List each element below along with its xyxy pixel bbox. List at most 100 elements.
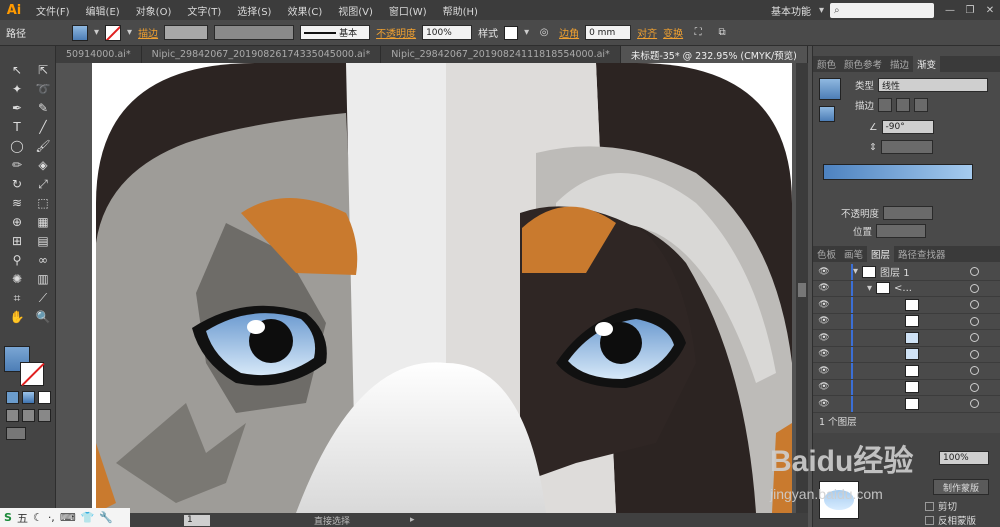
sublayer-name[interactable]: <...: [894, 283, 912, 294]
close-button[interactable]: ✕: [980, 0, 1000, 20]
menu-help[interactable]: 帮助(H): [435, 3, 486, 18]
search-input[interactable]: ⌕: [830, 2, 934, 18]
target-icon[interactable]: [970, 382, 979, 392]
tab-gradient[interactable]: 渐变: [913, 56, 941, 72]
corner-radius-input[interactable]: 0 mm: [585, 25, 632, 40]
stroke-weight-dropdown[interactable]: [164, 25, 209, 40]
menu-select[interactable]: 选择(S): [229, 3, 279, 18]
lasso-tool-icon[interactable]: ➰: [32, 81, 54, 97]
align-link[interactable]: 对齐: [637, 25, 657, 40]
shape-builder-tool-icon[interactable]: ⊕: [6, 214, 28, 230]
tab-color-guide[interactable]: 颜色参考: [840, 57, 886, 71]
menu-view[interactable]: 视图(V): [330, 3, 381, 18]
chevron-down-icon[interactable]: ▾: [94, 27, 99, 38]
restore-button[interactable]: ❐: [960, 0, 980, 20]
stroke-swatch[interactable]: [105, 24, 122, 41]
menu-window[interactable]: 窗口(W): [381, 3, 435, 18]
eye-icon[interactable]: 👁: [817, 399, 831, 409]
workspace-switcher[interactable]: 基本功能: [771, 3, 811, 18]
ellipse-tool-icon[interactable]: ◯: [6, 138, 28, 154]
transform-link[interactable]: 变换: [663, 25, 683, 40]
layer-name[interactable]: 图层 1: [880, 264, 910, 279]
gradient-type-dropdown[interactable]: 线性: [878, 78, 989, 92]
recolor-icon[interactable]: ◎: [535, 24, 553, 42]
eye-icon[interactable]: 👁: [817, 300, 831, 310]
graph-tool-icon[interactable]: ▥: [32, 271, 54, 287]
menu-edit[interactable]: 编辑(E): [78, 3, 128, 18]
arrange-icon[interactable]: ⧉: [713, 24, 731, 42]
pencil-tool-icon[interactable]: ✏: [6, 157, 28, 173]
slice-tool-icon[interactable]: ⟋: [32, 290, 54, 306]
stroke-color-swatch[interactable]: [20, 362, 44, 386]
target-icon[interactable]: [970, 399, 979, 409]
selection-tool-icon[interactable]: ↖: [6, 62, 28, 78]
gradient-slider[interactable]: [823, 164, 973, 180]
list-item[interactable]: 👁: [813, 313, 1000, 330]
blend-tool-icon[interactable]: ∞: [32, 252, 54, 268]
tab-brushes[interactable]: 画笔: [840, 247, 867, 261]
draw-behind-button[interactable]: [22, 409, 35, 422]
zoom-tool-icon[interactable]: 🔍: [32, 309, 54, 325]
draw-normal-button[interactable]: [6, 409, 19, 422]
tab-document-1[interactable]: 50914000.ai*: [56, 46, 142, 63]
none-mode-button[interactable]: [38, 391, 51, 404]
brush-style-dropdown[interactable]: 基本: [300, 25, 371, 40]
ime-mode[interactable]: 五: [17, 510, 28, 526]
punctuation-icon[interactable]: ·,: [48, 511, 55, 524]
target-icon[interactable]: [970, 366, 979, 376]
isolate-icon[interactable]: ⛶: [689, 24, 707, 42]
eraser-tool-icon[interactable]: ◈: [32, 157, 54, 173]
sublayer-row[interactable]: 👁 ▾ <...: [813, 280, 1000, 297]
list-item[interactable]: 👁: [813, 363, 1000, 380]
clip-checkbox[interactable]: [925, 501, 934, 511]
target-icon[interactable]: [970, 349, 979, 359]
stop-opacity-input[interactable]: [883, 206, 934, 220]
target-icon[interactable]: [970, 283, 979, 293]
list-item[interactable]: 👁: [813, 379, 1000, 396]
target-icon[interactable]: [970, 333, 979, 343]
opacity-label[interactable]: 不透明度: [376, 25, 416, 40]
eyedropper-tool-icon[interactable]: ⚲: [6, 252, 28, 268]
direct-selection-tool-icon[interactable]: ⇱: [32, 62, 54, 78]
fill-swatch[interactable]: [72, 24, 88, 41]
gradient-angle-input[interactable]: -90°: [881, 120, 934, 134]
chevron-down-icon[interactable]: ▾: [524, 27, 529, 38]
hand-tool-icon[interactable]: ✋: [6, 309, 28, 325]
skin-icon[interactable]: 👕: [81, 511, 95, 524]
screen-mode-button[interactable]: [6, 427, 26, 440]
type-tool-icon[interactable]: T: [6, 119, 28, 135]
opacity-input[interactable]: 100%: [422, 25, 473, 40]
fill-stroke-widget[interactable]: [4, 346, 46, 388]
tab-document-3[interactable]: Nipic_29842067_20190824111818554000.ai*: [381, 46, 621, 63]
ime-logo-icon[interactable]: S: [4, 511, 12, 524]
draw-inside-button[interactable]: [38, 409, 51, 422]
gradient-preview[interactable]: [819, 78, 841, 100]
magic-wand-tool-icon[interactable]: ✦: [6, 81, 28, 97]
tab-document-2[interactable]: Nipic_29842067_20190826174335045000.ai*: [142, 46, 382, 63]
tab-swatches[interactable]: 色板: [813, 247, 840, 261]
gradient-tool-icon[interactable]: ▤: [32, 233, 54, 249]
target-icon[interactable]: [970, 316, 979, 326]
wrench-icon[interactable]: 🔧: [99, 511, 113, 524]
list-item[interactable]: 👁: [813, 330, 1000, 347]
width-tool-icon[interactable]: ≋: [6, 195, 28, 211]
eye-icon[interactable]: 👁: [817, 382, 831, 392]
page-number-input[interactable]: 1: [184, 514, 210, 526]
free-transform-tool-icon[interactable]: ⬚: [32, 195, 54, 211]
canvas-area[interactable]: [56, 63, 808, 513]
tab-document-active[interactable]: 未标题-35* @ 232.95% (CMYK/预览): [620, 46, 808, 63]
menu-type[interactable]: 文字(T): [179, 3, 229, 18]
gradient-fill-thumb[interactable]: [819, 106, 835, 122]
gradient-aspect-input[interactable]: [880, 140, 933, 154]
status-arrow-icon[interactable]: ▸: [410, 515, 415, 525]
make-mask-button[interactable]: 制作蒙版: [933, 479, 989, 495]
eye-icon[interactable]: 👁: [817, 349, 831, 359]
stroke-gradient-option-2[interactable]: [896, 98, 911, 112]
vertical-scrollbar[interactable]: [796, 63, 808, 513]
eye-icon[interactable]: 👁: [817, 267, 831, 277]
target-icon[interactable]: [970, 300, 979, 310]
artboard-tool-icon[interactable]: ⌗: [6, 290, 28, 306]
stop-position-input[interactable]: [876, 224, 927, 238]
gradient-mode-button[interactable]: [22, 391, 35, 404]
corner-radius-label[interactable]: 边角: [559, 25, 579, 40]
